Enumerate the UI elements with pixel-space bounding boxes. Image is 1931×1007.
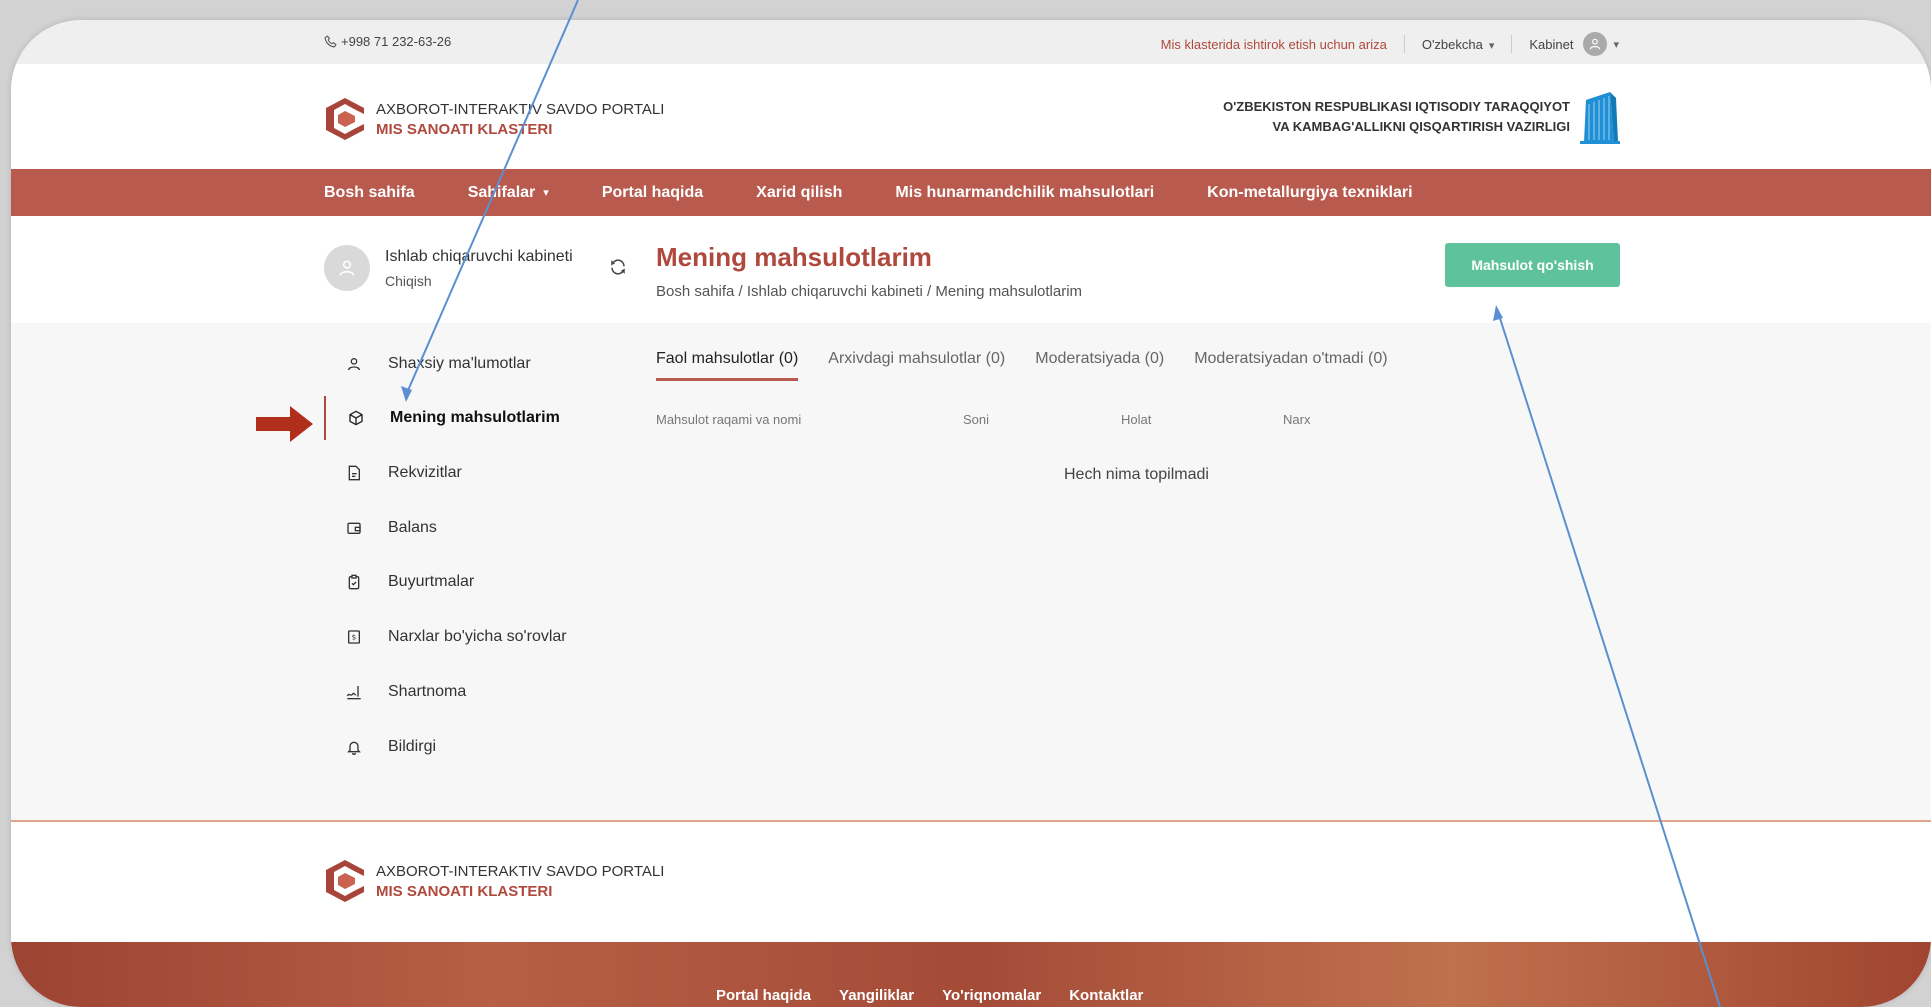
annotation-lines <box>401 0 1721 1007</box>
